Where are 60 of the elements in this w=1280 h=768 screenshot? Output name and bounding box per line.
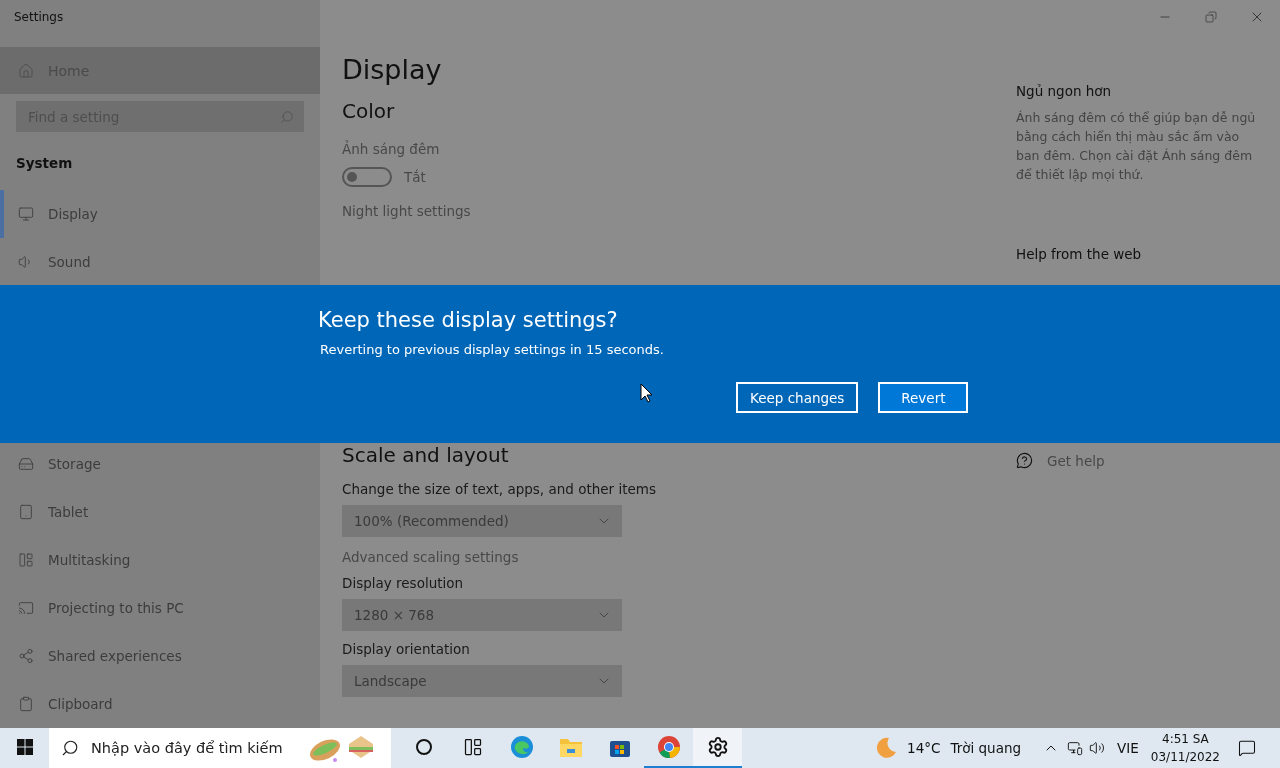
weather-temperature: 14°C xyxy=(907,740,941,756)
round-logo-icon[interactable] xyxy=(656,735,681,759)
sidebar-item[interactable]: Sound xyxy=(0,238,320,286)
sidebar-item[interactable]: Projecting to this PC xyxy=(0,584,320,632)
aside-heading: Ngủ ngon hơn xyxy=(1016,83,1113,99)
windows-logo-icon xyxy=(16,739,33,755)
task-view-icon[interactable] xyxy=(462,737,483,757)
banner-message: Reverting to previous display settings in 15 seconds. xyxy=(320,342,665,357)
toggle-switch[interactable] xyxy=(342,167,392,187)
volume-icon[interactable] xyxy=(1089,740,1106,756)
projection-icon xyxy=(18,600,34,616)
banner-button[interactable]: Keep changes xyxy=(736,382,859,413)
tablet-icon xyxy=(18,504,34,520)
ring-icon[interactable] xyxy=(414,738,433,756)
sidebar-item[interactable]: Multitasking xyxy=(0,536,320,584)
section-heading: Scale and layout xyxy=(342,443,510,467)
share-icon xyxy=(18,648,34,664)
search-icon xyxy=(61,739,79,757)
search-icon xyxy=(280,109,294,124)
notifications-icon[interactable] xyxy=(1238,739,1256,757)
weather-condition: Trời quang xyxy=(950,740,1022,756)
banner-button[interactable]: Revert xyxy=(878,382,969,413)
dropdown[interactable]: 100% (Recommended) xyxy=(342,505,622,537)
gear-icon[interactable] xyxy=(706,736,729,758)
sidebar-item[interactable]: Storage xyxy=(0,440,320,488)
section-heading: Color xyxy=(342,99,396,123)
dropdown[interactable]: 1280 × 768 xyxy=(342,599,622,631)
sidebar-item[interactable]: Tablet xyxy=(0,488,320,536)
settings-link[interactable]: Night light settings xyxy=(342,203,1016,219)
moon-icon xyxy=(875,737,898,759)
banner-title: Keep these display settings? xyxy=(318,308,619,332)
drive-icon xyxy=(18,456,34,472)
toggle-state: Tắt xyxy=(404,169,426,185)
aside-paragraph: Ánh sáng đêm có thể giúp bạn dễ ngủ bằng cách hiển thị màu sắc ấm vào ban đêm. Chọn cài đặt Ánh sáng đêm để thiết lập mọi thứ. xyxy=(1016,109,1257,184)
home-icon xyxy=(18,62,34,79)
help-chat-icon xyxy=(1016,452,1033,469)
folder-icon[interactable] xyxy=(558,736,583,758)
section-heading: System xyxy=(16,155,74,174)
setting-label: Change the size of text, apps, and other items xyxy=(342,481,657,497)
sidebar-item[interactable]: Clipboard xyxy=(0,680,320,728)
aside-heading: Help from the web xyxy=(1016,246,1143,262)
clock[interactable]: 4:51 SA 03/11/2022 xyxy=(1150,730,1220,766)
setting-label: Display resolution xyxy=(342,575,465,591)
windows-layout-icon xyxy=(18,552,34,568)
wave-logo-icon[interactable] xyxy=(509,735,534,759)
setting-label: Display orientation xyxy=(342,641,471,657)
restore-icon xyxy=(1205,11,1217,23)
clipboard-icon xyxy=(18,696,34,712)
dropdown[interactable]: Landscape xyxy=(342,665,622,697)
help-link[interactable]: Get help xyxy=(1047,452,1105,469)
sidebar-item[interactable]: Shared experiences xyxy=(0,632,320,680)
monitor-icon xyxy=(18,206,34,222)
language-indicator[interactable]: VIE xyxy=(1117,740,1139,756)
setting-label: Ảnh sáng đêm xyxy=(342,141,441,157)
network-icon[interactable] xyxy=(1067,740,1084,756)
window-title: Settings xyxy=(13,8,65,26)
settings-link[interactable]: Advanced scaling settings xyxy=(342,549,1016,565)
cursor-icon xyxy=(640,383,653,403)
page-title: Display xyxy=(342,54,443,85)
taskbar-search-field[interactable]: Nhập vào đây để tìm kiếm xyxy=(49,728,391,768)
